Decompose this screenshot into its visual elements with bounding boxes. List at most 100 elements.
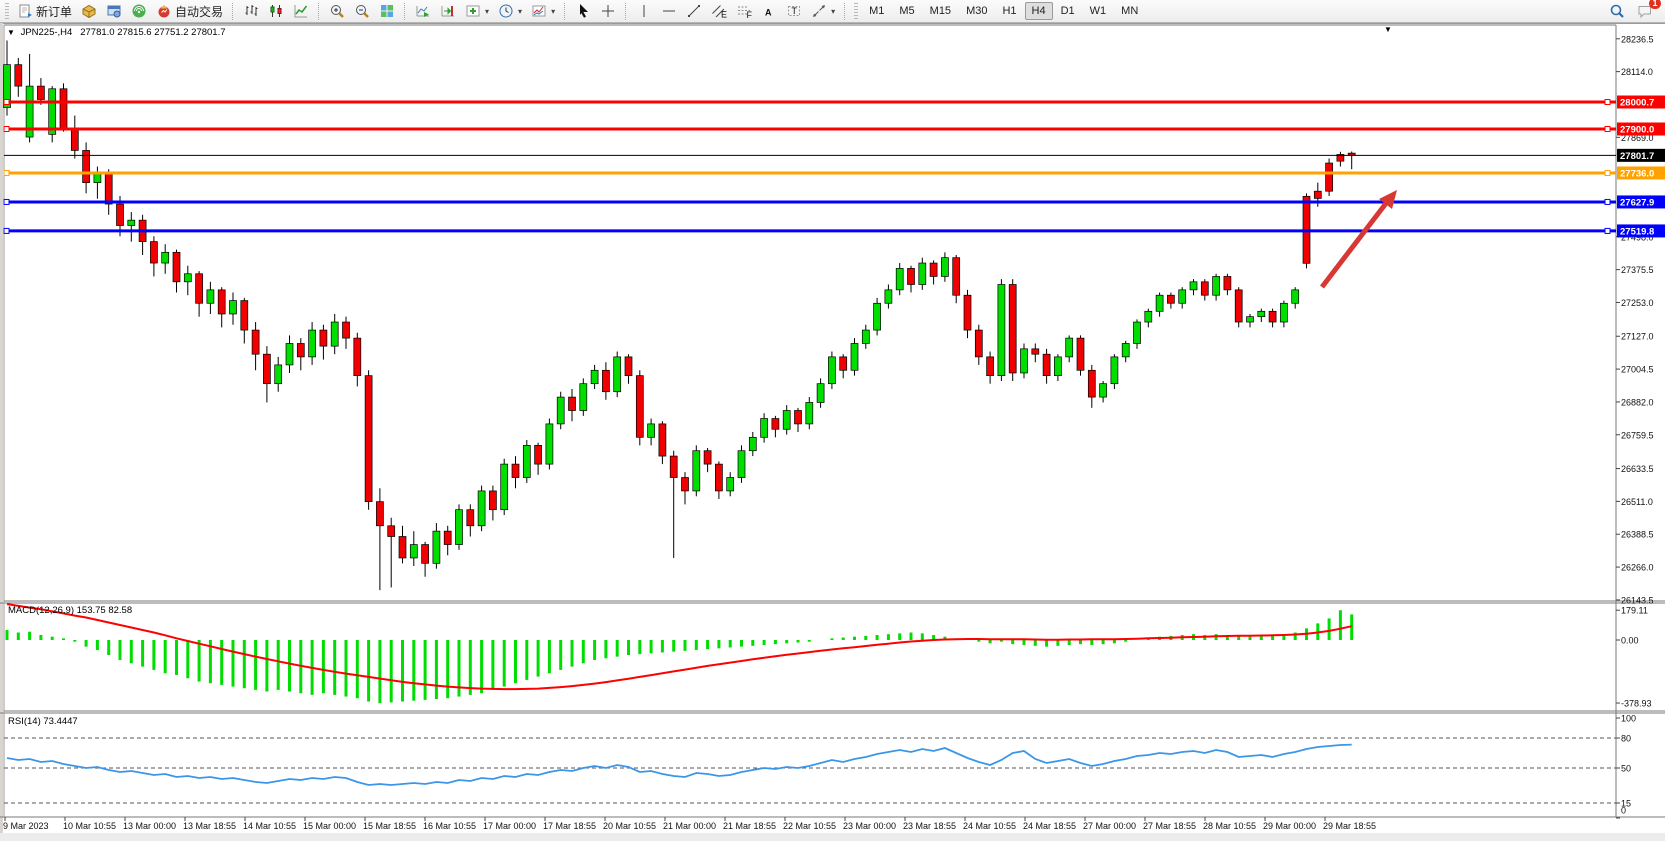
level-endpoint-handle[interactable] — [4, 170, 9, 175]
chart-canvas[interactable]: 28236.528114.027869.027498.027375.527253… — [0, 0, 1665, 841]
candle-body — [602, 370, 609, 391]
crosshair-button[interactable] — [596, 0, 620, 22]
timeframe-h1[interactable]: H1 — [995, 2, 1023, 20]
tile-windows-icon — [379, 3, 395, 19]
horizontal-line-button[interactable] — [657, 0, 681, 22]
bar-chart-button[interactable] — [239, 0, 263, 22]
candle-body — [309, 330, 316, 357]
price-tick-label: 26633.5 — [1621, 464, 1654, 474]
time-label: 23 Mar 00:00 — [843, 821, 896, 831]
candle-body — [953, 258, 960, 296]
market-watch-button[interactable] — [102, 0, 126, 22]
candle-body — [173, 252, 180, 281]
trendline-button[interactable] — [682, 0, 706, 22]
candle-body — [512, 464, 519, 477]
timeframe-h4[interactable]: H4 — [1025, 2, 1053, 20]
chart-shift-marker-icon[interactable]: ▼ — [1384, 25, 1392, 34]
candle-body — [569, 397, 576, 410]
add-indicator-button[interactable]: ▾ — [461, 0, 493, 22]
time-label: 16 Mar 10:55 — [423, 821, 476, 831]
level-endpoint-handle[interactable] — [1605, 100, 1610, 105]
candle-body — [1122, 343, 1129, 356]
zoom-out-button[interactable] — [350, 0, 374, 22]
fibonacci-icon: F — [736, 3, 752, 19]
level-endpoint-handle[interactable] — [4, 126, 9, 131]
templates-icon — [531, 3, 547, 19]
notifications-button[interactable]: 1 — [1633, 0, 1657, 22]
candle-body — [1032, 349, 1039, 354]
search-button[interactable] — [1605, 0, 1629, 22]
zoom-out-icon — [354, 3, 370, 19]
timeframe-mn[interactable]: MN — [1114, 2, 1145, 20]
candle-body — [388, 526, 395, 537]
candle-body — [456, 510, 463, 545]
time-label: 14 Mar 10:55 — [243, 821, 296, 831]
period-button[interactable]: ▾ — [494, 0, 526, 22]
arrows-tool-button[interactable]: ▾ — [807, 0, 839, 22]
candle-body — [184, 274, 191, 282]
time-label: 13 Mar 18:55 — [183, 821, 236, 831]
tile-windows-button[interactable] — [375, 0, 399, 22]
candlestick-chart-icon — [268, 3, 284, 19]
new-order-button[interactable]: 新订单 — [13, 0, 76, 22]
level-endpoint-handle[interactable] — [1605, 170, 1610, 175]
fibonacci-button[interactable]: F — [732, 0, 756, 22]
toolbar-separator — [564, 3, 566, 20]
timeframe-m1[interactable]: M1 — [862, 2, 891, 20]
equidistant-channel-button[interactable]: E — [707, 0, 731, 22]
candle-body — [489, 491, 496, 510]
trend-arrow-shaft[interactable] — [1322, 202, 1387, 287]
timeframe-d1[interactable]: D1 — [1054, 2, 1082, 20]
candle-body — [1258, 311, 1265, 316]
profiles-button[interactable] — [77, 0, 101, 22]
toolbar-separator — [844, 3, 846, 20]
chart-shift-button[interactable] — [436, 0, 460, 22]
candlestick-chart-button[interactable] — [264, 0, 288, 22]
candle-body — [783, 410, 790, 429]
candle-body — [320, 330, 327, 346]
vertical-line-button[interactable] — [632, 0, 656, 22]
templates-button[interactable]: ▾ — [527, 0, 559, 22]
timeframe-m15[interactable]: M15 — [923, 2, 958, 20]
candle-body — [1314, 191, 1321, 198]
toolbar-separator — [625, 3, 627, 20]
level-endpoint-handle[interactable] — [4, 100, 9, 105]
level-endpoint-handle[interactable] — [1605, 126, 1610, 131]
cursor-button[interactable] — [571, 0, 595, 22]
macd-tick-label: 0.00 — [1621, 636, 1639, 646]
timeframe-w1[interactable]: W1 — [1083, 2, 1114, 20]
arrows-icon — [811, 3, 827, 19]
zoom-in-button[interactable] — [325, 0, 349, 22]
auto-scroll-button[interactable] — [411, 0, 435, 22]
candle-body — [862, 330, 869, 343]
level-endpoint-handle[interactable] — [4, 228, 9, 233]
line-chart-button[interactable] — [289, 0, 313, 22]
horizontal-line-icon — [661, 3, 677, 19]
text-label-button[interactable]: T — [782, 0, 806, 22]
level-endpoint-handle[interactable] — [4, 199, 9, 204]
text-tool-button[interactable]: A — [757, 0, 781, 22]
candle-body — [1280, 303, 1287, 322]
candle-body — [795, 410, 802, 423]
auto-trading-button[interactable]: 自动交易 — [152, 0, 227, 22]
candle-body — [693, 451, 700, 491]
chart-title: ▼ JPN225-,H4 27781.0 27815.6 27751.2 278… — [7, 27, 226, 38]
price-axis-badge-label: 27900.0 — [1620, 124, 1654, 135]
level-endpoint-handle[interactable] — [1605, 199, 1610, 204]
timeframe-m5[interactable]: M5 — [892, 2, 921, 20]
candle-body — [286, 343, 293, 364]
candle-body — [71, 129, 78, 150]
candle-body — [817, 384, 824, 403]
level-endpoint-handle[interactable] — [1605, 228, 1610, 233]
price-tick-label: 26882.0 — [1621, 397, 1654, 407]
timeframe-m30[interactable]: M30 — [959, 2, 994, 20]
candle-body — [422, 545, 429, 564]
symbol-dropdown-icon[interactable]: ▼ — [7, 28, 15, 37]
time-label: 9 Mar 2023 — [3, 821, 49, 831]
signals-button[interactable] — [127, 0, 151, 22]
candle-body — [196, 274, 203, 303]
candle-body — [1269, 311, 1276, 322]
time-label: 20 Mar 10:55 — [603, 821, 656, 831]
candle-body — [1190, 282, 1197, 290]
time-label: 17 Mar 00:00 — [483, 821, 536, 831]
